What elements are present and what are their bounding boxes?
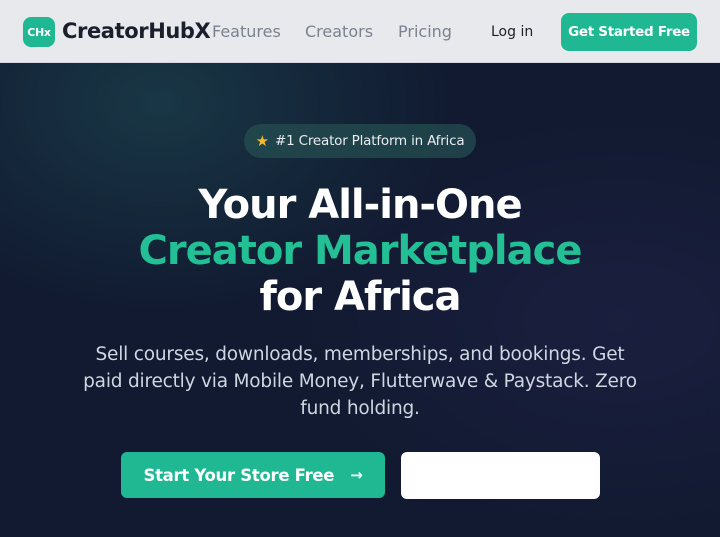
star-icon: ★ [255,133,270,150]
top-navbar: CHx CreatorHubX Features Creators Pricin… [0,0,720,63]
start-store-button-label: Start Your Store Free [143,465,335,485]
secondary-button[interactable] [401,452,600,499]
brand-name[interactable]: CreatorHubX [62,19,211,43]
hero-section: ★ #1 Creator Platform in Africa Your All… [0,63,720,537]
nav-link-features[interactable]: Features [212,22,281,41]
logo-badge[interactable]: CHx [23,17,55,47]
platform-badge: ★ #1 Creator Platform in Africa [244,124,476,158]
hero-subtitle: Sell courses, downloads, memberships, an… [83,344,637,419]
headline-line-3: for Africa [259,274,461,320]
start-store-button[interactable]: Start Your Store Free → [121,452,385,498]
login-link[interactable]: Log in [491,24,533,40]
get-started-button[interactable]: Get Started Free [561,13,697,51]
headline-line-1: Your All-in-One [198,182,522,228]
nav-link-pricing[interactable]: Pricing [398,22,452,41]
headline-line-2: Creator Marketplace [138,228,583,274]
platform-badge-text: #1 Creator Platform in Africa [275,133,465,149]
arrow-right-icon: → [350,466,363,484]
nav-link-creators[interactable]: Creators [305,22,373,41]
